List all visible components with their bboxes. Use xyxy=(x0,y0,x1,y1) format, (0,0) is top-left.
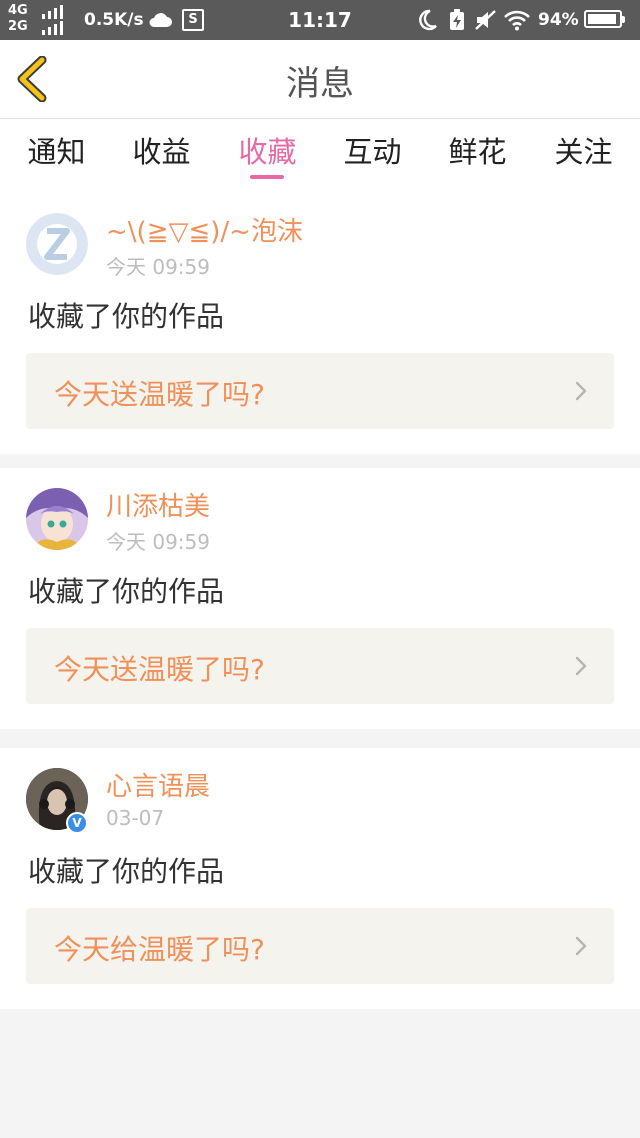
charging-icon xyxy=(449,9,465,35)
message-card: V 心言语晨 03-07 收藏了你的作品 今天给温暖了吗? xyxy=(0,748,640,1009)
chevron-right-icon xyxy=(575,656,587,676)
action-text: 收藏了你的作品 xyxy=(28,575,225,608)
tab-interactions[interactable]: 互动 xyxy=(320,129,425,171)
message-time: 03-07 xyxy=(106,806,165,830)
message-card: ~\(≧▽≦)/~泡沫 今天 09:59 收藏了你的作品 今天送温暖了吗? xyxy=(0,193,640,454)
username[interactable]: 心言语晨 xyxy=(106,766,210,803)
avatar[interactable] xyxy=(26,213,88,275)
mute-icon xyxy=(474,9,498,35)
verified-badge-icon: V xyxy=(66,812,88,834)
chevron-right-icon xyxy=(575,381,587,401)
battery-icon xyxy=(584,10,625,28)
username[interactable]: ~\(≧▽≦)/~泡沫 xyxy=(106,211,303,248)
tab-bar: 通知 收益 收藏 互动 鲜花 关注 xyxy=(0,119,640,195)
reply-prompt-label: 今天送温暖了吗? xyxy=(54,378,265,411)
tab-favorites[interactable]: 收藏 xyxy=(215,129,320,171)
avatar[interactable] xyxy=(26,488,88,550)
action-text: 收藏了你的作品 xyxy=(28,855,225,888)
action-text: 收藏了你的作品 xyxy=(28,300,225,333)
tab-flowers[interactable]: 鲜花 xyxy=(425,129,530,171)
page-title: 消息 xyxy=(286,64,354,104)
message-time: 今天 09:59 xyxy=(106,255,210,279)
message-card: 川添枯美 今天 09:59 收藏了你的作品 今天送温暖了吗? xyxy=(0,468,640,729)
tab-following[interactable]: 关注 xyxy=(531,129,636,171)
status-bar: 4G 2G 0.5K/s S 11:17 94% xyxy=(0,0,640,40)
reply-prompt-label: 今天给温暖了吗? xyxy=(54,933,265,966)
chevron-right-icon xyxy=(575,936,587,956)
reply-prompt-label: 今天送温暖了吗? xyxy=(54,653,265,686)
reply-prompt-button[interactable]: 今天送温暖了吗? xyxy=(26,628,614,704)
battery-level xyxy=(588,14,617,24)
page-header: 消息 xyxy=(0,40,640,119)
active-tab-indicator xyxy=(250,175,284,179)
wifi-icon xyxy=(503,9,531,35)
tab-earnings[interactable]: 收益 xyxy=(109,129,214,171)
tab-notifications[interactable]: 通知 xyxy=(4,129,109,171)
message-time: 今天 09:59 xyxy=(106,530,210,554)
reply-prompt-button[interactable]: 今天给温暖了吗? xyxy=(26,908,614,984)
battery-percentage: 94% xyxy=(538,10,579,30)
moon-icon xyxy=(418,9,438,35)
username[interactable]: 川添枯美 xyxy=(106,486,210,523)
reply-prompt-button[interactable]: 今天送温暖了吗? xyxy=(26,353,614,429)
